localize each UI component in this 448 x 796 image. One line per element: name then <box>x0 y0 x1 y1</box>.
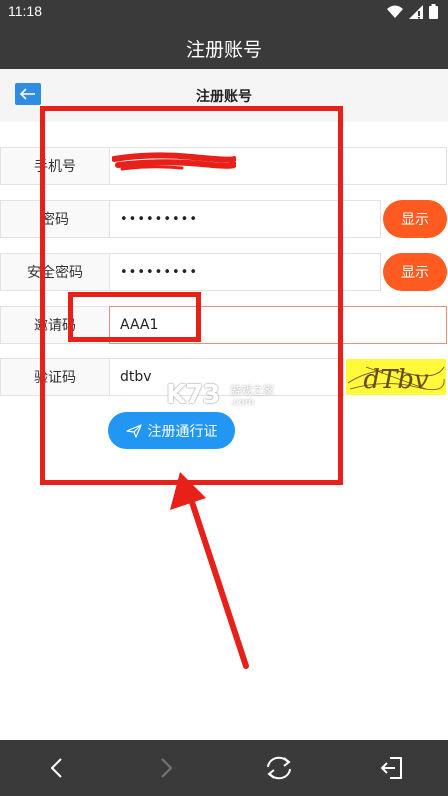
register-button-label: 注册通行证 <box>147 423 218 440</box>
show-safe-password-button[interactable]: 显示 <box>383 253 447 291</box>
status-icons <box>387 4 438 19</box>
password-input[interactable]: ••••••••• <box>109 200 381 238</box>
password-value: ••••••••• <box>120 211 199 227</box>
watermark-url: .com <box>230 397 255 408</box>
register-button[interactable]: 注册通行证 <box>108 412 235 449</box>
captcha-image[interactable]: dTbv <box>346 359 446 395</box>
safe-password-value: ••••••••• <box>120 264 199 280</box>
captcha-value: dtbv <box>120 369 152 385</box>
phone-label: 手机号 <box>0 147 110 185</box>
chevron-right-icon <box>161 758 173 778</box>
app-bar-title: 注册账号 <box>185 39 262 61</box>
battery-icon <box>429 4 438 19</box>
safe-password-row: 安全密码 ••••••••• 显示 <box>0 253 448 291</box>
invite-code-value: AAA1 <box>120 317 159 333</box>
exit-icon <box>380 757 402 779</box>
signal-icon <box>409 4 423 19</box>
safe-password-label: 安全密码 <box>0 253 110 291</box>
safe-password-input[interactable]: ••••••••• <box>109 253 381 291</box>
redaction-scribble <box>112 152 236 171</box>
chevron-left-icon <box>50 758 62 778</box>
status-time: 11:18 <box>8 3 42 19</box>
nav-exit-button[interactable] <box>377 753 407 783</box>
password-label: 密码 <box>0 200 110 238</box>
paper-plane-icon <box>125 423 142 438</box>
app-bar: 注册账号 <box>0 24 448 69</box>
invite-code-row: 邀请码 AAA1 <box>0 306 448 344</box>
captcha-label: 验证码 <box>0 358 110 396</box>
watermark-logo: K73 <box>166 380 220 410</box>
captcha-image-text: dTbv <box>363 365 429 395</box>
invite-code-label: 邀请码 <box>0 306 110 344</box>
show-password-button[interactable]: 显示 <box>383 200 447 238</box>
status-bar: 11:18 <box>0 0 448 24</box>
page-header: 注册账号 <box>0 69 448 122</box>
refresh-icon <box>267 756 291 780</box>
nav-forward-button[interactable] <box>152 753 182 783</box>
invite-code-input[interactable]: AAA1 <box>109 306 447 344</box>
watermark: K73 游戏之家 .com <box>166 380 290 414</box>
nav-refresh-button[interactable] <box>264 753 294 783</box>
nav-back-button[interactable] <box>41 753 71 783</box>
wifi-icon <box>387 5 403 18</box>
password-row: 密码 ••••••••• 显示 <box>0 200 448 238</box>
bottom-nav <box>0 740 448 796</box>
watermark-subtitle: 游戏之家 <box>230 384 274 397</box>
page-title: 注册账号 <box>196 89 252 105</box>
